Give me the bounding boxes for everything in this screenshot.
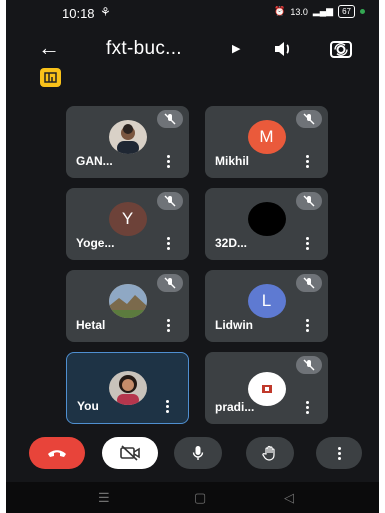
status-time: 10:18 (62, 6, 95, 21)
avatar: L (247, 284, 286, 318)
more-vert-icon[interactable] (167, 155, 171, 169)
camera-off-icon (120, 445, 140, 461)
meeting-title[interactable]: fxt-buc... (106, 38, 182, 60)
more-vert-icon[interactable] (306, 237, 310, 251)
participant-tile[interactable]: 32D... (205, 188, 328, 260)
avatar-initial: Y (121, 209, 134, 228)
participant-name: 32D... (215, 236, 248, 250)
participant-name: pradi... (215, 400, 255, 414)
home-icon[interactable]: ▢ (194, 490, 206, 506)
mic-muted-icon (296, 274, 322, 292)
avatar-initial: L (261, 291, 272, 310)
back-icon[interactable]: ◁ (284, 490, 294, 506)
switch-camera-icon[interactable] (329, 38, 353, 60)
raise-hand-button[interactable] (246, 437, 294, 469)
avatar (108, 284, 147, 318)
participant-tile[interactable]: L Lidwin (205, 270, 328, 342)
participant-tile[interactable]: M Mikhil (205, 106, 328, 178)
more-vert-icon[interactable] (306, 401, 310, 415)
end-call-icon (48, 450, 66, 457)
microphone-button[interactable] (174, 437, 222, 469)
mic-muted-icon (296, 110, 322, 128)
mic-muted-icon (296, 356, 322, 374)
notification-icon: ⚘ (100, 5, 111, 19)
end-call-button[interactable] (29, 437, 85, 469)
self-view-tile[interactable]: You (66, 352, 189, 424)
mic-muted-icon (157, 110, 183, 128)
participant-name: Lidwin (215, 318, 253, 332)
participant-tile[interactable]: Hetal (66, 270, 189, 342)
more-vert-icon[interactable] (306, 155, 310, 169)
more-options-button[interactable] (316, 437, 362, 469)
call-header: ← fxt-buc... ▶ (6, 32, 379, 66)
avatar (108, 120, 147, 154)
more-vert-icon[interactable] (166, 400, 170, 414)
avatar: M (247, 120, 286, 154)
network-speed: 13.0 (290, 6, 308, 17)
more-vert-icon[interactable] (306, 319, 310, 333)
signal-icon: ▂▄▆ (312, 6, 334, 16)
meeting-info-badge-icon[interactable] (40, 68, 61, 87)
participant-tile[interactable]: GAN... (66, 106, 189, 178)
avatar-initial: M (259, 127, 274, 146)
recents-icon[interactable]: ☰ (98, 490, 110, 506)
back-arrow-icon[interactable]: ← (38, 37, 60, 59)
navigation-bar: ☰ ▢ ◁ (6, 482, 379, 513)
participant-name: Yoge... (76, 236, 115, 250)
more-vert-icon[interactable] (167, 237, 171, 251)
participant-name: GAN... (76, 154, 113, 168)
status-bar: 10:18 ⚘ ⏰ 13.0 ▂▄▆ 67 (6, 0, 379, 26)
participant-tile[interactable]: pradi... (205, 352, 328, 424)
alarm-icon: ⏰ (274, 6, 286, 16)
status-icons: ⏰ 13.0 ▂▄▆ 67 (274, 5, 365, 18)
participant-tile[interactable]: Y Yoge... (66, 188, 189, 260)
avatar (108, 371, 147, 405)
hand-icon (262, 445, 275, 461)
microphone-icon (192, 446, 204, 460)
participant-name: Mikhil (215, 154, 250, 168)
participant-name: You (77, 399, 99, 413)
mic-muted-icon (157, 192, 183, 210)
meeting-screen: 10:18 ⚘ ⏰ 13.0 ▂▄▆ 67 ← fxt-buc... ▶ GAN… (6, 0, 379, 513)
privacy-dot-icon (360, 9, 365, 14)
mic-muted-icon (157, 274, 183, 292)
expand-arrow-icon[interactable]: ▶ (232, 42, 240, 55)
battery-level: 67 (338, 5, 355, 18)
avatar (247, 202, 286, 236)
mic-muted-icon (296, 192, 322, 210)
participant-name: Hetal (76, 318, 106, 332)
more-vert-icon[interactable] (167, 319, 171, 333)
speaker-icon[interactable] (272, 38, 294, 60)
camera-toggle-button[interactable] (102, 437, 158, 469)
avatar: Y (108, 202, 147, 236)
more-vert-icon (337, 446, 341, 460)
